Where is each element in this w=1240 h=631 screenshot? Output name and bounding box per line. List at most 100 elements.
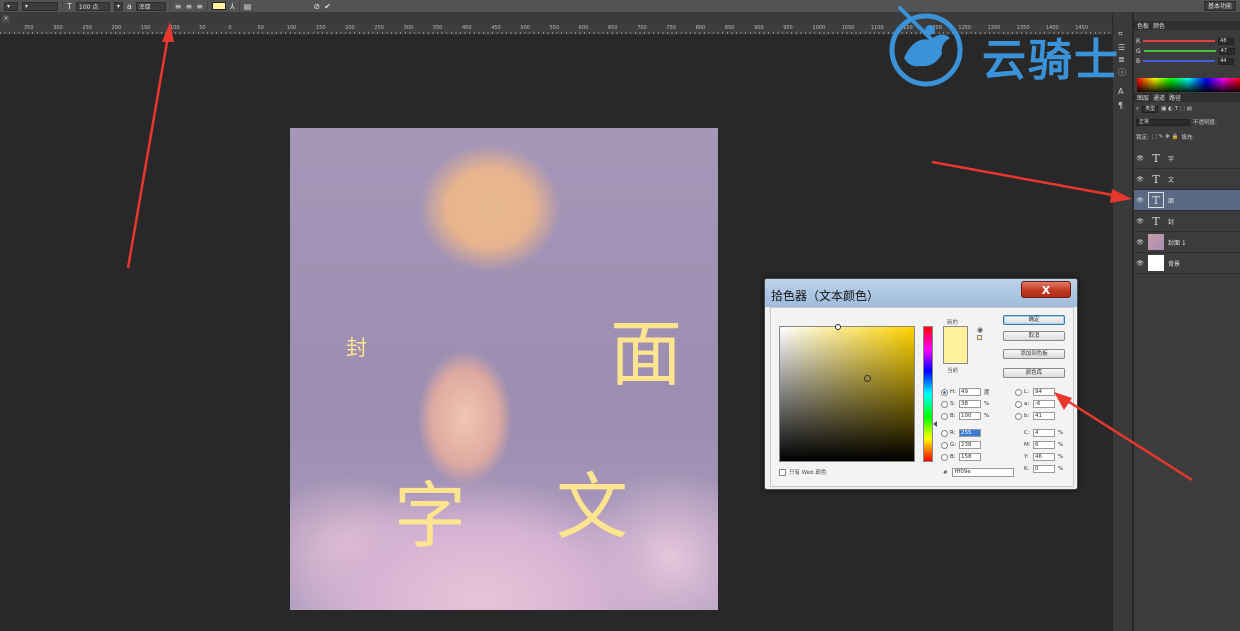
tab-channels[interactable]: 通道: [1153, 93, 1165, 102]
slider-b-track[interactable]: [1143, 60, 1216, 62]
canvas-text-feng[interactable]: 封: [346, 338, 367, 359]
slider-g-value[interactable]: 47: [1218, 47, 1235, 55]
arrow-to-text-color-swatch: [126, 22, 174, 269]
slider-b[interactable]: B 44: [1136, 56, 1240, 66]
antialias-select[interactable]: 浑厚: [135, 1, 166, 11]
cancel-button[interactable]: 取消: [1003, 331, 1065, 341]
radio-h[interactable]: [941, 388, 948, 396]
layer-row[interactable]: 👁 T 封: [1134, 211, 1240, 232]
input-lab-b[interactable]: 41: [1033, 412, 1055, 420]
align-right-icon[interactable]: ≡: [196, 2, 203, 11]
opacity-label: 不透明度:: [1193, 120, 1217, 126]
input-l[interactable]: 94: [1033, 388, 1055, 396]
web-safe-swatch[interactable]: [977, 335, 982, 340]
font-style-select[interactable]: ▾: [22, 1, 58, 11]
radio-r[interactable]: [941, 429, 948, 437]
color-cursor-icon[interactable]: [864, 375, 871, 382]
input-blue[interactable]: 158: [959, 453, 981, 461]
blend-mode-select[interactable]: 正常: [1136, 118, 1190, 126]
warp-text-icon[interactable]: ⅄: [230, 2, 235, 11]
cancel-edit-icon[interactable]: ⊘: [313, 2, 320, 11]
web-colors-label: 只有 Web 颜色: [789, 470, 827, 476]
close-button[interactable]: X: [1021, 281, 1071, 298]
radio-blue[interactable]: [941, 453, 948, 461]
font-size-dropdown[interactable]: ▾: [113, 1, 123, 11]
workspace-switcher[interactable]: 基本功能: [1203, 1, 1236, 11]
input-a[interactable]: -6: [1033, 400, 1055, 408]
lock-icons[interactable]: ⬚ ✎ ✥ 🔒: [1152, 134, 1179, 140]
web-colors-checkbox[interactable]: [779, 468, 786, 476]
tab-paths[interactable]: 路径: [1169, 93, 1181, 102]
layer-row[interactable]: 👁 封面 1: [1134, 232, 1240, 253]
input-c[interactable]: 4: [1033, 429, 1055, 437]
slider-b-value[interactable]: 44: [1218, 57, 1235, 65]
input-g[interactable]: 238: [959, 441, 981, 449]
radio-b[interactable]: [941, 412, 948, 420]
radio-s[interactable]: [941, 400, 948, 408]
radio-g[interactable]: [941, 441, 948, 449]
current-color-label: 当前: [947, 368, 959, 374]
ruler-label: 350: [24, 25, 34, 31]
canvas-text-zi[interactable]: 字: [394, 480, 466, 552]
layer-kind-filter[interactable]: 类型: [1142, 105, 1159, 113]
radio-l[interactable]: [1015, 388, 1022, 396]
paragraph-icon[interactable]: ¶: [1118, 101, 1123, 110]
hue-slider[interactable]: [923, 326, 933, 462]
layer-name: 封: [1168, 218, 1175, 226]
input-r[interactable]: 255: [959, 429, 981, 437]
text-color-swatch[interactable]: [211, 2, 226, 10]
close-tab-icon[interactable]: ×: [2, 15, 10, 23]
slider-g[interactable]: G 47: [1136, 46, 1240, 56]
slider-r-value[interactable]: 48: [1218, 37, 1235, 45]
tab-color[interactable]: 颜色: [1153, 21, 1165, 30]
hue-marker-icon[interactable]: [933, 421, 937, 427]
layer-name: 文: [1168, 176, 1175, 184]
input-m[interactable]: 6: [1033, 441, 1055, 449]
eye-icon[interactable]: 👁: [1134, 176, 1146, 183]
eye-icon[interactable]: 👁: [1134, 218, 1146, 225]
canvas-text-mian[interactable]: 面: [610, 318, 682, 390]
character-panel-icon[interactable]: ▤: [244, 2, 252, 11]
radio-a[interactable]: [1015, 400, 1022, 408]
input-h[interactable]: 49: [959, 388, 981, 396]
tab-layers[interactable]: 图层: [1137, 93, 1149, 102]
saturation-brightness-field[interactable]: [779, 324, 915, 462]
add-to-swatches-button[interactable]: 添加到色板: [1003, 349, 1065, 359]
eye-icon[interactable]: 👁: [1134, 239, 1146, 246]
layer-row[interactable]: 👁 背景: [1134, 253, 1240, 274]
filter-icons[interactable]: ▣ ◐ T ⬚ ▤: [1161, 106, 1192, 112]
slider-r[interactable]: R 48: [1136, 36, 1240, 46]
input-s[interactable]: 38: [959, 400, 981, 408]
eye-icon[interactable]: 👁: [1134, 197, 1146, 204]
input-b[interactable]: 100: [959, 412, 981, 420]
input-k[interactable]: 0: [1033, 465, 1055, 473]
tool-preset-picker[interactable]: ▾: [4, 1, 18, 11]
ruler-label: 1050: [841, 25, 855, 31]
layer-row[interactable]: 👁 T 文: [1134, 169, 1240, 190]
canvas-text-wen[interactable]: 文: [556, 471, 628, 543]
align-left-icon[interactable]: ≡: [175, 2, 182, 11]
slider-r-track[interactable]: [1143, 40, 1216, 42]
dialog-titlebar[interactable]: 拾色器（文本颜色） X: [765, 279, 1077, 307]
tab-swatches[interactable]: 色板: [1137, 21, 1149, 30]
eye-icon[interactable]: 👁: [1134, 155, 1146, 162]
commit-edit-icon[interactable]: ✔: [324, 2, 331, 11]
ruler-label: 1000: [812, 25, 826, 31]
document-canvas[interactable]: 封 面 字 文: [290, 128, 718, 610]
layer-row-selected[interactable]: 👁 T 面: [1134, 190, 1240, 211]
photoshop-window: ▾ ▾ T 100 点 ▾ a 浑厚 ≡ ≡ ≡ ⅄ ▤ ⊘ ✔ 基本功能 × …: [0, 0, 1240, 631]
font-size-field[interactable]: 100 点: [75, 1, 110, 11]
color-spectrum-ramp[interactable]: [1137, 78, 1240, 92]
out-of-gamut-icon[interactable]: ◉: [977, 326, 983, 334]
layer-name: 封面 1: [1168, 239, 1186, 247]
color-libraries-button[interactable]: 颜色库: [1003, 368, 1065, 378]
layer-row[interactable]: 👁 T 字: [1134, 148, 1240, 169]
slider-g-track[interactable]: [1143, 50, 1216, 52]
hex-input[interactable]: fff09e: [951, 468, 1014, 477]
align-center-icon[interactable]: ≡: [186, 2, 193, 11]
ruler-label: 0: [228, 25, 232, 31]
input-y[interactable]: 46: [1033, 453, 1055, 461]
eye-icon[interactable]: 👁: [1134, 260, 1146, 267]
ok-button[interactable]: 确定: [1003, 315, 1065, 325]
radio-lab-b[interactable]: [1015, 412, 1022, 420]
